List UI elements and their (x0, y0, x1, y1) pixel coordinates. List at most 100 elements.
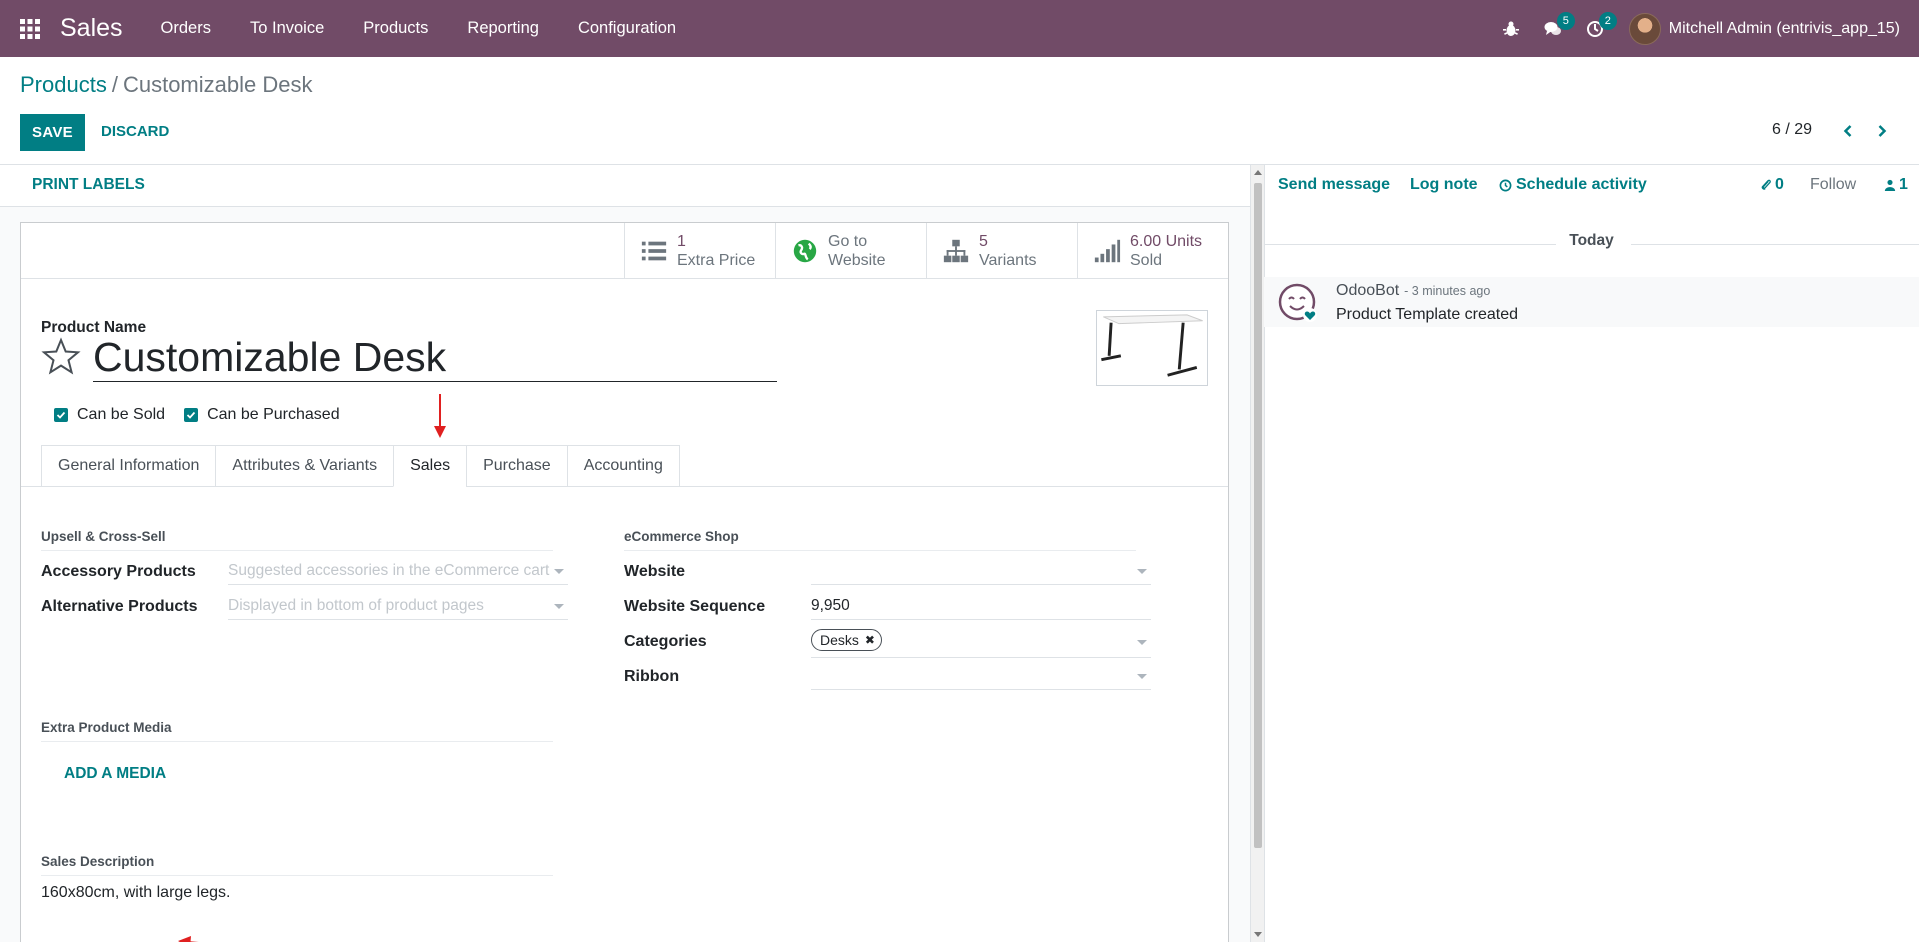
tab-purchase[interactable]: Purchase (466, 445, 567, 487)
send-message-button[interactable]: Send message (1278, 176, 1390, 194)
accessory-products-input[interactable]: Suggested accessories in the eCommerce c… (228, 559, 568, 585)
checkbox-checked-icon (54, 408, 68, 422)
website-label: Website (624, 563, 686, 580)
attachments-button[interactable]: 0 (1760, 176, 1784, 194)
pager-next-icon[interactable] (1871, 119, 1893, 143)
dropdown-caret-icon (554, 569, 564, 574)
activities-badge: 2 (1598, 12, 1617, 30)
scroll-up-icon[interactable] (1254, 170, 1262, 175)
message-author: OdooBot - 3 minutes ago (1336, 282, 1490, 300)
can-be-purchased-checkbox[interactable]: Can be Purchased (184, 406, 340, 424)
categories-input[interactable]: Desks ✖ (811, 628, 1151, 658)
chatter-message: OdooBot - 3 minutes ago Product Template … (1264, 277, 1919, 327)
followers-button[interactable]: 1 (1884, 176, 1908, 194)
followers-count: 1 (1899, 176, 1908, 193)
variants-smart-button[interactable]: 5 Variants (926, 223, 1077, 278)
tab-general-information[interactable]: General Information (41, 445, 216, 487)
tab-accounting[interactable]: Accounting (566, 445, 680, 487)
tab-sales[interactable]: Sales (393, 445, 467, 487)
sitemap-icon (941, 236, 971, 266)
messages-comments-icon[interactable]: 5 (1535, 0, 1575, 57)
variants-count: 5 (979, 232, 988, 250)
menu-products[interactable]: Products (363, 19, 428, 38)
can-be-sold-checkbox[interactable]: Can be Sold (54, 406, 165, 424)
schedule-activity-button[interactable]: Schedule activity (1499, 176, 1647, 194)
website-label: Website (828, 251, 886, 269)
pager-previous-icon[interactable] (1837, 119, 1859, 143)
debug-bug-icon[interactable] (1493, 0, 1529, 57)
menu-orders[interactable]: Orders (161, 19, 211, 38)
paperclip-icon (1761, 179, 1771, 190)
messages-badge: 5 (1556, 12, 1575, 30)
form-statusbar: PRINT LABELS (0, 165, 1250, 207)
dropdown-caret-icon (1137, 569, 1147, 574)
extra-media-group-title: Extra Product Media (41, 720, 553, 742)
menu-reporting[interactable]: Reporting (467, 19, 539, 38)
tab-attributes-variants[interactable]: Attributes & Variants (215, 445, 394, 487)
print-labels-button[interactable]: PRINT LABELS (32, 176, 145, 194)
apps-menu-icon[interactable] (0, 0, 60, 57)
go-to-website-smart-button[interactable]: Go to Website (775, 223, 926, 278)
alternative-products-placeholder: Displayed in bottom of product pages (228, 597, 484, 614)
extra-price-count: 1 (677, 232, 686, 250)
website-sequence-input[interactable]: 9,950 (811, 594, 1151, 620)
product-name-input[interactable]: Customizable Desk (93, 333, 777, 382)
sales-description-text[interactable]: 160x80cm, with large legs. (41, 884, 230, 902)
extra-price-smart-button[interactable]: 1 Extra Price (624, 223, 775, 278)
clock-icon (1499, 179, 1512, 191)
systray: 5 2 Mitchell Admin (entrivis_app_15) (1493, 0, 1919, 57)
app-name[interactable]: Sales (60, 14, 123, 43)
favorite-star-icon[interactable] (41, 337, 81, 377)
checkbox-checked-icon (184, 408, 199, 422)
units-sold-smart-button[interactable]: 6.00 Units Sold (1077, 223, 1228, 278)
website-select[interactable] (811, 559, 1151, 585)
globe-icon (790, 236, 820, 266)
menu-configuration[interactable]: Configuration (578, 19, 676, 38)
ribbon-select[interactable] (811, 664, 1151, 690)
sale-purchase-checks: Can be Sold Can be Purchased (54, 406, 359, 424)
accessory-products-label: Accessory Products (41, 563, 196, 580)
ribbon-label: Ribbon (624, 668, 680, 685)
breadcrumb: Products / Customizable Desk (20, 72, 312, 98)
add-a-media-button[interactable]: ADD A MEDIA (64, 765, 166, 783)
log-note-button[interactable]: Log note (1410, 176, 1478, 194)
activities-clock-icon[interactable]: 2 (1577, 0, 1617, 57)
alternative-products-label: Alternative Products (41, 598, 198, 615)
sold-label: Sold (1130, 251, 1163, 269)
odoobot-avatar-icon[interactable] (1278, 283, 1318, 323)
categories-label: Categories (624, 633, 707, 650)
message-author-name[interactable]: OdooBot (1336, 282, 1399, 299)
category-tag: Desks ✖ (811, 629, 882, 651)
form-scrollbar[interactable] (1250, 165, 1264, 942)
pager-value[interactable]: 6 / 29 (1772, 121, 1812, 139)
button-box-divider (21, 278, 1228, 279)
scroll-down-icon[interactable] (1254, 932, 1262, 937)
alternative-products-input[interactable]: Displayed in bottom of product pages (228, 594, 568, 620)
remove-tag-icon[interactable]: ✖ (865, 628, 875, 652)
date-separator: Today (1264, 232, 1919, 257)
dropdown-caret-icon (1137, 674, 1147, 679)
smart-button-box: 1 Extra Price Go to Website 5 Variants 6… (624, 223, 1228, 279)
message-body: Product Template created (1336, 306, 1519, 323)
breadcrumb-current: Customizable Desk (122, 72, 313, 97)
user-menu[interactable]: Mitchell Admin (entrivis_app_15) (1628, 12, 1900, 45)
scrollbar-thumb[interactable] (1254, 183, 1262, 848)
breadcrumb-products-link[interactable]: Products (20, 72, 107, 97)
discard-button[interactable]: DISCARD (101, 123, 169, 140)
dropdown-caret-icon (1137, 640, 1147, 645)
product-image[interactable] (1096, 310, 1208, 386)
units-sold-value: 6.00 Units (1130, 232, 1203, 250)
save-button[interactable]: SAVE (20, 114, 85, 151)
list-icon (639, 236, 669, 266)
follow-button[interactable]: Follow (1810, 176, 1856, 194)
breadcrumb-separator: / (111, 72, 118, 97)
menu-to-invoice[interactable]: To Invoice (250, 19, 324, 38)
dropdown-caret-icon (554, 604, 564, 609)
form-sheet: 1 Extra Price Go to Website 5 Variants 6… (20, 222, 1229, 942)
user-icon (1884, 179, 1896, 191)
date-separator-label: Today (1569, 232, 1614, 249)
message-time: - 3 minutes ago (1404, 284, 1491, 298)
variants-label: Variants (979, 251, 1037, 269)
website-sequence-label: Website Sequence (624, 598, 766, 615)
top-navbar: Sales Orders To Invoice Products Reporti… (0, 0, 1919, 57)
